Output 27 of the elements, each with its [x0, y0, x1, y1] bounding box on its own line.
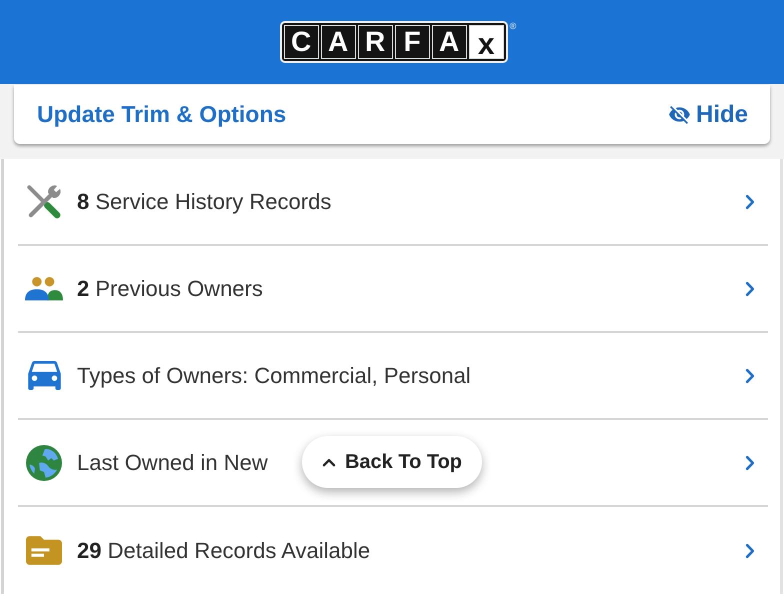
logo-letter: F	[394, 25, 430, 59]
eye-slash-icon	[668, 106, 690, 124]
chevron-right-icon	[745, 280, 755, 296]
update-trim-link[interactable]: Update Trim & Options	[37, 101, 286, 128]
folder-icon	[26, 536, 62, 565]
record-row[interactable]: 29 Detailed Records Available	[18, 507, 768, 594]
hide-button[interactable]: Hide	[668, 100, 748, 128]
people-icon	[25, 276, 63, 301]
record-row[interactable]: 2 Previous Owners	[18, 246, 768, 333]
registered-mark: ®	[510, 21, 516, 31]
chevron-right-icon	[745, 542, 755, 558]
logo-letter: A	[320, 25, 356, 59]
logo-letter: A	[432, 25, 467, 59]
caret-up-icon	[322, 458, 336, 466]
logo-letter: x	[468, 25, 504, 59]
record-row[interactable]: Types of Owners: Commercial, Personal	[18, 333, 768, 420]
back-to-top-button[interactable]: Back To Top	[302, 436, 482, 488]
logo[interactable]: C A R F A x	[280, 21, 508, 63]
record-row[interactable]: 8 Service History Records	[18, 159, 768, 246]
logo-letter: C	[284, 25, 319, 59]
tools-icon	[26, 184, 62, 220]
chevron-right-icon	[745, 368, 755, 384]
car-icon	[28, 361, 60, 390]
chevron-right-icon	[745, 194, 755, 210]
logo-letter: R	[358, 25, 393, 59]
chevron-right-icon	[745, 454, 755, 470]
globe-icon	[26, 444, 62, 480]
